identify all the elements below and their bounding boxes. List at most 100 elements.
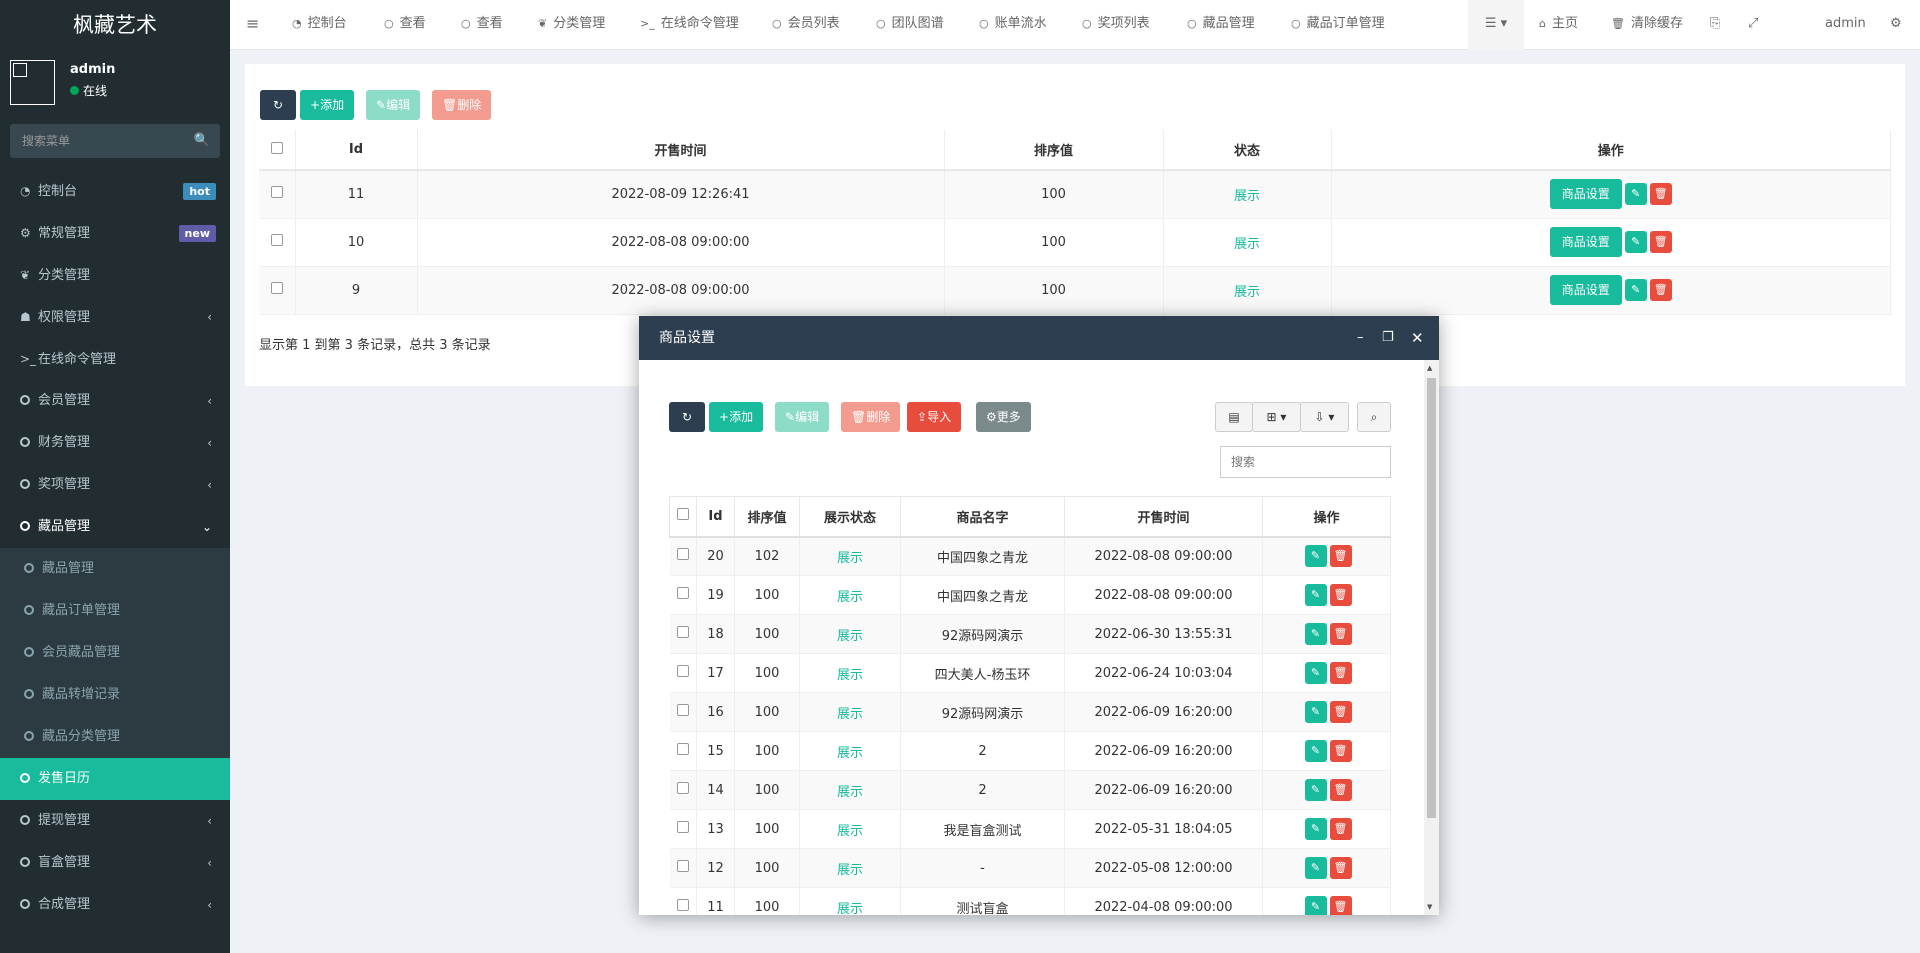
delete-icon[interactable]: 🗑 [1329,623,1352,645]
sidebar-item-award[interactable]: 奖项管理 ‹ [0,464,230,506]
settings-gear-icon[interactable]: ⚙ [1890,0,1902,50]
sidebar-item-command[interactable]: >_ 在线命令管理 [0,338,230,380]
row-checkbox[interactable] [270,234,283,246]
delete-icon[interactable]: 🗑 [1329,662,1352,684]
toggle-view-button[interactable]: ▤ [1215,402,1253,432]
delete-icon[interactable]: 🗑 [1649,183,1672,206]
delete-icon[interactable]: 🗑 [1329,584,1352,606]
delete-button[interactable]: 🗑删除 [432,90,492,120]
sidebar-search-input[interactable] [10,124,220,158]
status-text[interactable]: 展示 [837,707,863,722]
clear-cache-button[interactable]: 🗑 清除缓存 [1611,0,1683,50]
status-text[interactable]: 展示 [837,551,863,566]
delete-icon[interactable]: 🗑 [1329,701,1352,723]
sidebar-item-category[interactable]: ❦ 分类管理 [0,254,230,296]
edit-icon[interactable]: ✎ [1304,584,1327,606]
status-text[interactable]: 展示 [837,746,863,761]
delete-icon[interactable]: 🗑 [1329,740,1352,762]
delete-icon[interactable]: 🗑 [1329,857,1352,879]
tab-collection-order[interactable]: ○ 藏品订单管理 [1291,0,1385,50]
delete-icon[interactable]: 🗑 [1649,231,1672,253]
row-checkbox[interactable] [676,587,689,599]
minimize-icon[interactable]: – [1357,316,1364,360]
status-text[interactable]: 展示 [1234,189,1260,204]
sidebar-subitem-collection[interactable]: 藏品管理 [0,548,230,590]
column-header[interactable]: Id [696,496,735,538]
sidebar-subitem-transfer-record[interactable]: 藏品转增记录 [0,674,230,716]
edit-icon[interactable]: ✎ [1304,623,1327,645]
column-header[interactable]: 开售时间 [1064,496,1263,538]
delete-icon[interactable]: 🗑 [1329,779,1352,801]
row-checkbox[interactable] [676,548,689,561]
refresh-button[interactable]: ↻ [260,90,296,120]
column-header[interactable]: 开售时间 [417,130,945,171]
delete-icon[interactable]: 🗑 [1329,545,1352,568]
tab-bill-flow[interactable]: ○ 账单流水 [979,0,1047,50]
home-link[interactable]: ⌂ 主页 [1539,0,1578,50]
status-text[interactable]: 展示 [837,863,863,878]
sidebar-item-finance[interactable]: 财务管理 ‹ [0,422,230,464]
status-text[interactable]: 展示 [837,629,863,644]
more-button[interactable]: ⚙更多 [976,402,1031,432]
export-button[interactable]: ⇩ ▾ [1300,402,1349,432]
search-icon[interactable]: 🔍 [194,133,210,148]
sidebar-item-withdraw[interactable]: 提现管理 ‹ [0,800,230,842]
edit-icon[interactable]: ✎ [1304,701,1327,723]
import-button[interactable]: ⇪导入 [907,402,962,432]
scroll-up-icon[interactable]: ▲ [1427,364,1432,372]
sidebar-item-member[interactable]: 会员管理 ‹ [0,380,230,422]
row-checkbox[interactable] [676,860,689,872]
delete-button[interactable]: 🗑删除 [841,402,901,432]
add-button[interactable]: +添加 [300,90,355,120]
status-text[interactable]: 展示 [837,785,863,800]
app-logo[interactable]: 枫藏艺术 [0,0,230,50]
row-checkbox[interactable] [270,186,283,199]
sidebar-item-general[interactable]: ⚙ 常规管理 new [0,212,230,254]
status-text[interactable]: 展示 [837,590,863,605]
edit-icon[interactable]: ✎ [1304,818,1327,840]
row-checkbox[interactable] [676,821,689,833]
sidebar-item-blindbox[interactable]: 盲盒管理 ‹ [0,842,230,884]
column-header[interactable]: 排序值 [734,496,800,538]
sidebar-item-auth[interactable]: ☗ 权限管理 ‹ [0,296,230,338]
tab-collection[interactable]: ○ 藏品管理 [1187,0,1255,50]
tab-member-list[interactable]: ○ 会员列表 [772,0,840,50]
scrollbar-thumb[interactable] [1427,378,1436,818]
tab-award-list[interactable]: ○ 奖项列表 [1082,0,1150,50]
sidebar-item-synthesis[interactable]: 合成管理 ‹ [0,884,230,926]
select-all-checkbox[interactable] [677,508,689,521]
search-toggle-button[interactable]: ⌕ [1357,402,1391,432]
row-checkbox[interactable] [676,743,689,755]
scroll-down-icon[interactable]: ▼ [1427,903,1432,911]
status-text[interactable]: 展示 [837,902,863,916]
select-all-checkbox[interactable] [270,141,283,154]
fullscreen-icon[interactable]: ⤢ [1748,0,1758,50]
edit-icon[interactable]: ✎ [1624,279,1647,301]
columns-button[interactable]: ⊞ ▾ [1252,402,1301,432]
tab-dashboard[interactable]: ◔ 控制台 [292,0,347,50]
modal-search-input[interactable] [1221,447,1390,477]
sidebar-subitem-collection-order[interactable]: 藏品订单管理 [0,590,230,632]
tabs-dropdown-button[interactable]: ☰ ▾ [1468,0,1524,50]
tab-team-graph[interactable]: ○ 团队图谱 [876,0,944,50]
edit-icon[interactable]: ✎ [1624,231,1647,253]
status-text[interactable]: 展示 [837,668,863,683]
modal-scrollbar[interactable]: ▲ ▼ [1424,360,1439,915]
product-settings-button[interactable]: 商品设置 [1549,179,1622,210]
status-text[interactable]: 展示 [1234,237,1260,252]
edit-icon[interactable]: ✎ [1304,779,1327,801]
delete-icon[interactable]: 🗑 [1329,818,1352,840]
tab-category[interactable]: ❦ 分类管理 [538,0,605,50]
refresh-button[interactable]: ↻ [669,402,705,432]
row-checkbox[interactable] [270,282,283,294]
edit-button[interactable]: ✎编辑 [366,90,421,120]
column-header[interactable]: 展示状态 [799,496,901,538]
column-header[interactable]: 状态 [1163,130,1332,171]
column-header[interactable]: Id [295,130,418,171]
translate-icon[interactable]: ⎘ [1710,0,1720,50]
add-button[interactable]: +添加 [709,402,764,432]
tab-view-2[interactable]: ○ 查看 [461,0,503,50]
edit-button[interactable]: ✎编辑 [775,402,830,432]
product-settings-button[interactable]: 商品设置 [1549,227,1622,257]
edit-icon[interactable]: ✎ [1624,183,1647,206]
